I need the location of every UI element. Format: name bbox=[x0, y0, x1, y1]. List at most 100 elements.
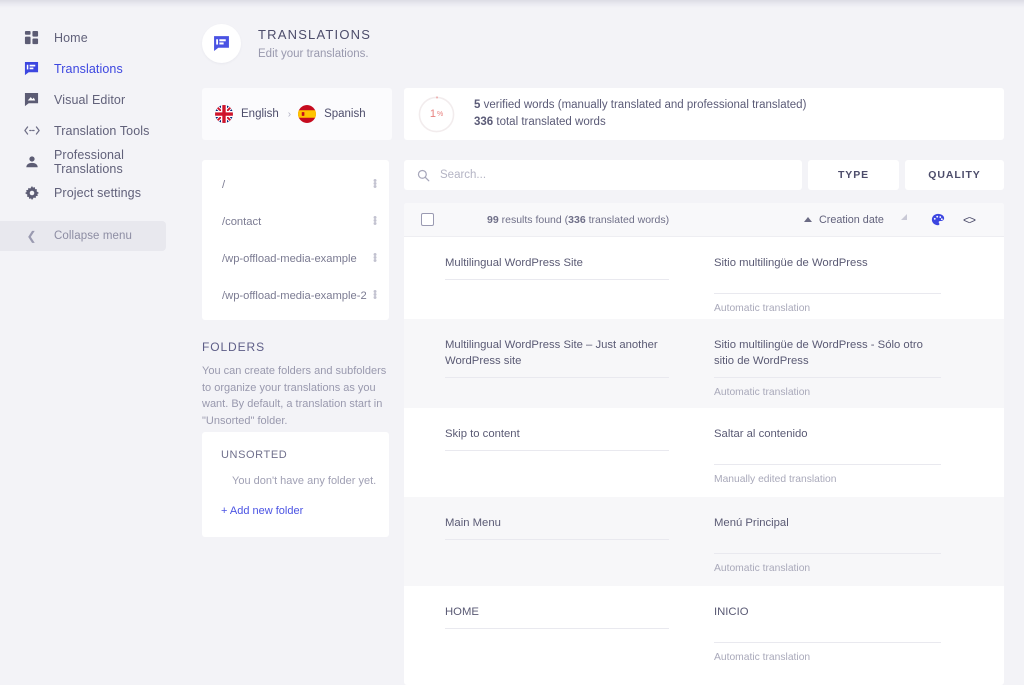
sidebar-item-label: Translations bbox=[54, 61, 123, 76]
source-text: Main Menu bbox=[445, 515, 669, 541]
total-count: 336 bbox=[474, 116, 494, 128]
folders-section: FOLDERS You can create folders and subfo… bbox=[202, 340, 389, 537]
unsorted-folder-card: UNSORTED You don't have any folder yet. … bbox=[202, 432, 389, 537]
total-words-line: 336 total translated words bbox=[474, 114, 806, 131]
path-label: /wp-offload-media-example-2 bbox=[222, 289, 367, 302]
sidebar-item-home[interactable]: Home bbox=[0, 22, 195, 53]
search-input[interactable] bbox=[440, 169, 770, 181]
sidebar-item-label: Translation Tools bbox=[54, 123, 150, 138]
path-item[interactable]: / • • • bbox=[202, 166, 389, 203]
unsorted-label: UNSORTED bbox=[221, 449, 288, 461]
filter-type-button[interactable]: TYPE bbox=[808, 160, 899, 190]
translation-meta: Automatic translation bbox=[714, 303, 811, 315]
verified-text: verified words (manually translated and … bbox=[480, 98, 807, 111]
visual-editor-icon bbox=[22, 90, 41, 109]
kebab-menu-icon[interactable]: • • • bbox=[370, 213, 380, 230]
table-cell-source[interactable]: HOME bbox=[404, 586, 714, 675]
translations-table: 99 results found (336 translated words) … bbox=[404, 203, 1004, 685]
table-cell-target[interactable]: INICIO Automatic translation bbox=[714, 586, 1004, 675]
target-text: Sitio multilingüe de WordPress - Sólo ot… bbox=[714, 337, 941, 379]
results-count: 99 bbox=[487, 213, 499, 226]
kebab-menu-icon[interactable]: • • • bbox=[370, 287, 380, 304]
sidebar-item-label: Home bbox=[54, 30, 88, 45]
search-box[interactable] bbox=[404, 160, 802, 190]
sidebar-item-visual-editor[interactable]: Visual Editor bbox=[0, 84, 195, 115]
table-cell-source[interactable]: Main Menu bbox=[404, 497, 714, 586]
path-item[interactable]: /contact • • • bbox=[202, 203, 389, 240]
translation-meta: Automatic translation bbox=[714, 652, 811, 664]
results-text: results found ( bbox=[498, 213, 569, 226]
paths-card: / • • • /contact • • • /wp-offload-media-exa… bbox=[202, 160, 389, 320]
table-cell-target[interactable]: Saltar al contenido Manually edited tran… bbox=[714, 408, 1004, 497]
sidebar-item-translations[interactable]: Translations bbox=[0, 53, 195, 84]
progress-ring: 1% bbox=[417, 95, 456, 134]
source-language-label: English bbox=[241, 108, 279, 120]
progress-percent: 1% bbox=[429, 108, 444, 120]
search-icon bbox=[417, 169, 430, 182]
page-title: TRANSLATIONS bbox=[258, 27, 372, 42]
stats-bar: 1% 5 verified words (manually translated… bbox=[404, 88, 1004, 140]
results-words: 336 bbox=[568, 213, 586, 226]
sort-control[interactable]: Creation date bbox=[804, 214, 884, 226]
kebab-menu-icon[interactable]: • • • bbox=[370, 176, 380, 193]
folders-description: You can create folders and subfolders to… bbox=[202, 365, 387, 428]
sidebar: Home Translations Visual Editor Translat… bbox=[0, 0, 195, 685]
translation-meta: Automatic translation bbox=[714, 387, 811, 399]
table-row[interactable]: Multilingual WordPress Site – Just anoth… bbox=[404, 319, 1004, 408]
sidebar-item-label: Professional Translations bbox=[54, 147, 124, 176]
add-new-folder-button[interactable]: + Add new folder bbox=[202, 505, 389, 517]
window-top-shadow bbox=[0, 0, 1024, 8]
table-row[interactable]: HOME INICIO Automatic translation bbox=[404, 586, 1004, 675]
table-cell-target[interactable]: Sitio multilingüe de WordPress - Sólo ot… bbox=[714, 319, 1004, 408]
table-cell-target[interactable]: Sitio multilingüe de WordPress Automatic… bbox=[714, 237, 1004, 319]
page-header: TRANSLATIONS Edit your translations. bbox=[202, 24, 371, 63]
translation-meta: Manually edited translation bbox=[714, 474, 837, 486]
sort-label: Creation date bbox=[819, 213, 884, 226]
sidebar-item-label: Project settings bbox=[54, 185, 142, 200]
page-header-badge bbox=[202, 24, 241, 63]
person-icon bbox=[22, 152, 41, 171]
table-row[interactable]: Skip to content Saltar al contenido Manu… bbox=[404, 408, 1004, 497]
sidebar-item-professional-translations[interactable]: Professional Translations bbox=[0, 146, 195, 177]
table-cell-source[interactable]: Multilingual WordPress Site bbox=[404, 237, 714, 319]
gear-icon bbox=[22, 183, 41, 202]
dashboard-grid-icon bbox=[22, 28, 41, 47]
table-header: 99 results found (336 translated words) … bbox=[404, 203, 1004, 237]
language-pair-bar[interactable]: English › Spanish bbox=[202, 88, 392, 140]
table-row[interactable]: Main Menu Menú Principal Automatic trans… bbox=[404, 497, 1004, 586]
target-text: INICIO bbox=[714, 604, 941, 644]
sidebar-collapse-label: Collapse menu bbox=[54, 230, 133, 242]
source-text: Multilingual WordPress Site – Just anoth… bbox=[445, 337, 669, 379]
chevron-left-icon: ❮ bbox=[26, 229, 37, 243]
table-cell-target[interactable]: Menú Principal Automatic translation bbox=[714, 497, 1004, 586]
table-row[interactable]: Multilingual WordPress Site Sitio multil… bbox=[404, 237, 1004, 319]
palette-icon[interactable] bbox=[931, 213, 945, 227]
path-item[interactable]: /wp-offload-media-example-2 • • • bbox=[202, 277, 389, 314]
translations-bubble-icon bbox=[213, 35, 230, 52]
sidebar-item-project-settings[interactable]: Project settings bbox=[0, 177, 195, 208]
table-cell-source[interactable]: Multilingual WordPress Site – Just anoth… bbox=[404, 319, 714, 408]
folders-empty-text: You don't have any folder yet. bbox=[232, 475, 377, 487]
filter-quality-button[interactable]: QUALITY bbox=[905, 160, 1004, 190]
sidebar-item-translation-tools[interactable]: Translation Tools bbox=[0, 115, 195, 146]
kebab-menu-icon[interactable]: • • • bbox=[370, 250, 380, 267]
spain-flag-icon bbox=[298, 105, 317, 123]
triangle-up-icon bbox=[804, 217, 812, 222]
language-arrow-icon: › bbox=[287, 108, 292, 120]
path-label: /wp-offload-media-example bbox=[222, 252, 357, 265]
code-brackets-icon[interactable]: <> bbox=[963, 213, 976, 227]
path-item[interactable]: /wp-offload-media-example • • • bbox=[202, 240, 389, 277]
code-arrows-icon bbox=[22, 121, 41, 140]
sidebar-collapse-menu[interactable]: ❮ Collapse menu bbox=[0, 221, 166, 251]
results-summary: 99 results found (336 translated words) bbox=[487, 214, 669, 226]
select-all-checkbox[interactable] bbox=[421, 213, 434, 226]
resize-grip-icon[interactable] bbox=[901, 214, 907, 220]
verified-words-line: 5 verified words (manually translated an… bbox=[474, 97, 806, 114]
target-text: Sitio multilingüe de WordPress bbox=[714, 255, 941, 295]
source-text: Skip to content bbox=[445, 426, 669, 452]
folders-title: FOLDERS bbox=[202, 340, 265, 354]
results-suffix: translated words) bbox=[585, 213, 670, 226]
table-cell-source[interactable]: Skip to content bbox=[404, 408, 714, 497]
uk-flag-icon bbox=[215, 105, 233, 123]
source-text: Multilingual WordPress Site bbox=[445, 255, 669, 281]
